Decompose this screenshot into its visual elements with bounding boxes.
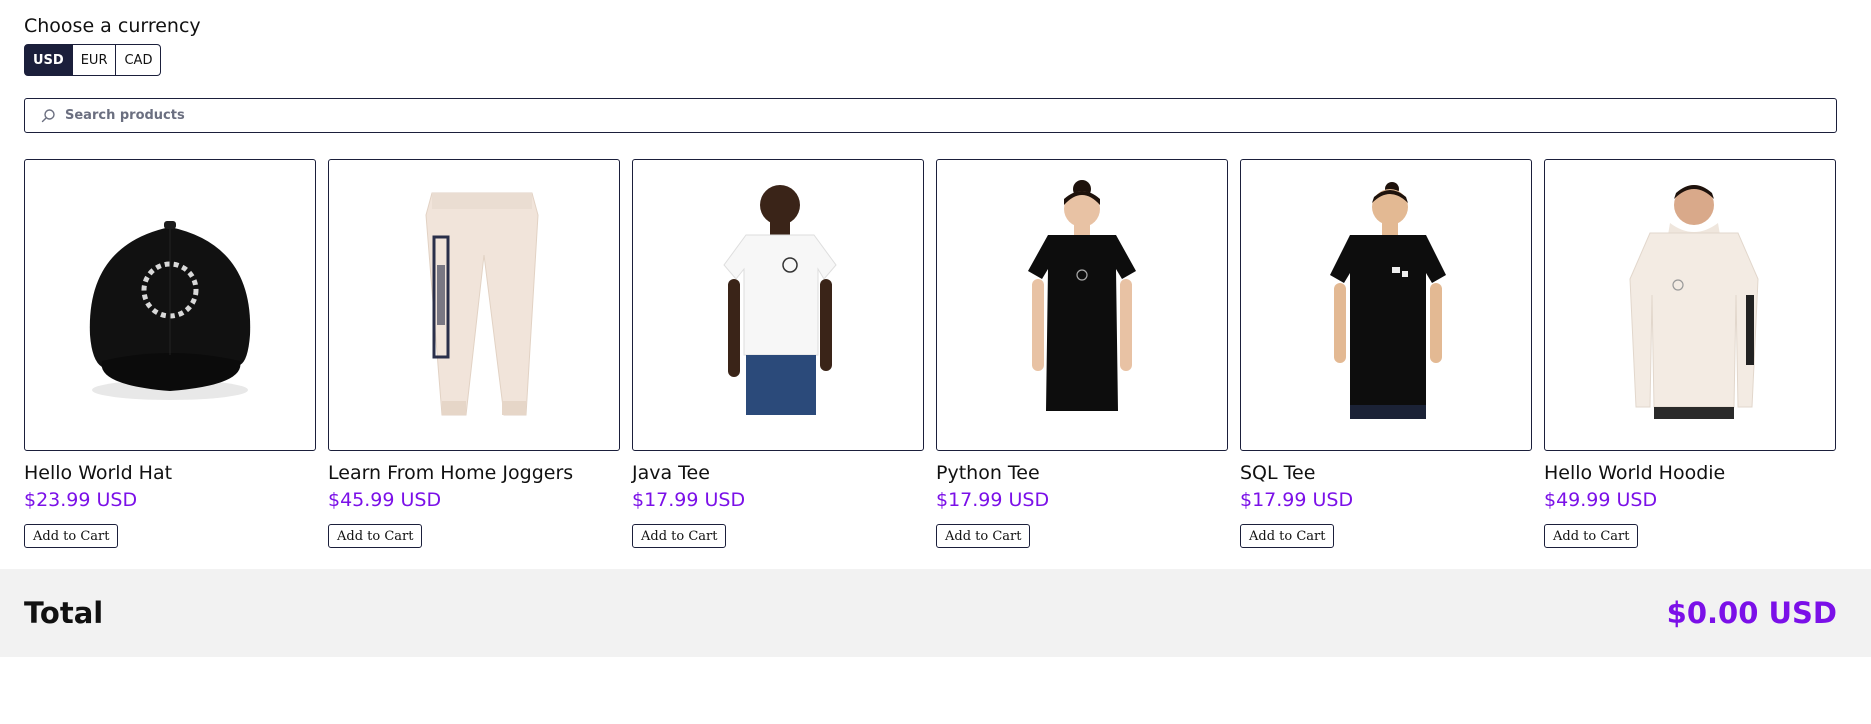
hoodie-image[interactable] (1544, 159, 1836, 451)
product-price: $23.99 USD (24, 489, 138, 511)
black-tee-image[interactable] (1240, 159, 1532, 451)
product-name: Hello World Hat (24, 462, 173, 484)
total-label: Total (24, 596, 104, 630)
product-name: Python Tee (936, 462, 1040, 484)
product-name: Learn From Home Joggers (328, 462, 574, 484)
search-input[interactable] (65, 108, 1765, 123)
currency-usd-button[interactable]: USD (24, 44, 73, 76)
currency-button-group: USD EUR CAD (24, 44, 201, 76)
product-price: $17.99 USD (1240, 489, 1354, 511)
currency-cad-button[interactable]: CAD (116, 44, 162, 76)
add-to-cart-button[interactable]: Add to Cart (1544, 524, 1639, 548)
product-card: Learn From Home Joggers $45.99 USD Add t… (328, 159, 620, 548)
joggers-image[interactable] (328, 159, 620, 451)
product-name: Hello World Hoodie (1544, 462, 1726, 484)
white-tee-image[interactable] (632, 159, 924, 451)
product-card: Hello World Hoodie $49.99 USD Add to Car… (1544, 159, 1836, 548)
search-bar[interactable] (24, 98, 1837, 133)
product-price: $17.99 USD (936, 489, 1050, 511)
hat-image[interactable] (24, 159, 316, 451)
currency-selector: Choose a currency USD EUR CAD (24, 14, 201, 76)
total-bar: Total $0.00 USD (0, 569, 1871, 657)
black-tee-image[interactable] (936, 159, 1228, 451)
add-to-cart-button[interactable]: Add to Cart (24, 524, 119, 548)
product-card: Java Tee $17.99 USD Add to Cart (632, 159, 924, 548)
product-name: SQL Tee (1240, 462, 1316, 484)
product-price: $49.99 USD (1544, 489, 1658, 511)
add-to-cart-button[interactable]: Add to Cart (936, 524, 1031, 548)
product-grid: Hello World Hat $23.99 USD Add to Cart L… (24, 159, 1836, 548)
add-to-cart-button[interactable]: Add to Cart (328, 524, 423, 548)
product-price: $17.99 USD (632, 489, 746, 511)
search-icon (39, 107, 57, 125)
add-to-cart-button[interactable]: Add to Cart (632, 524, 727, 548)
product-name: Java Tee (632, 462, 710, 484)
currency-eur-button[interactable]: EUR (72, 44, 117, 76)
product-card: Hello World Hat $23.99 USD Add to Cart (24, 159, 316, 548)
product-card: Python Tee $17.99 USD Add to Cart (936, 159, 1228, 548)
total-value: $0.00 USD (1666, 596, 1837, 630)
product-card: SQL Tee $17.99 USD Add to Cart (1240, 159, 1532, 548)
product-price: $45.99 USD (328, 489, 442, 511)
add-to-cart-button[interactable]: Add to Cart (1240, 524, 1335, 548)
currency-label: Choose a currency (24, 15, 201, 37)
